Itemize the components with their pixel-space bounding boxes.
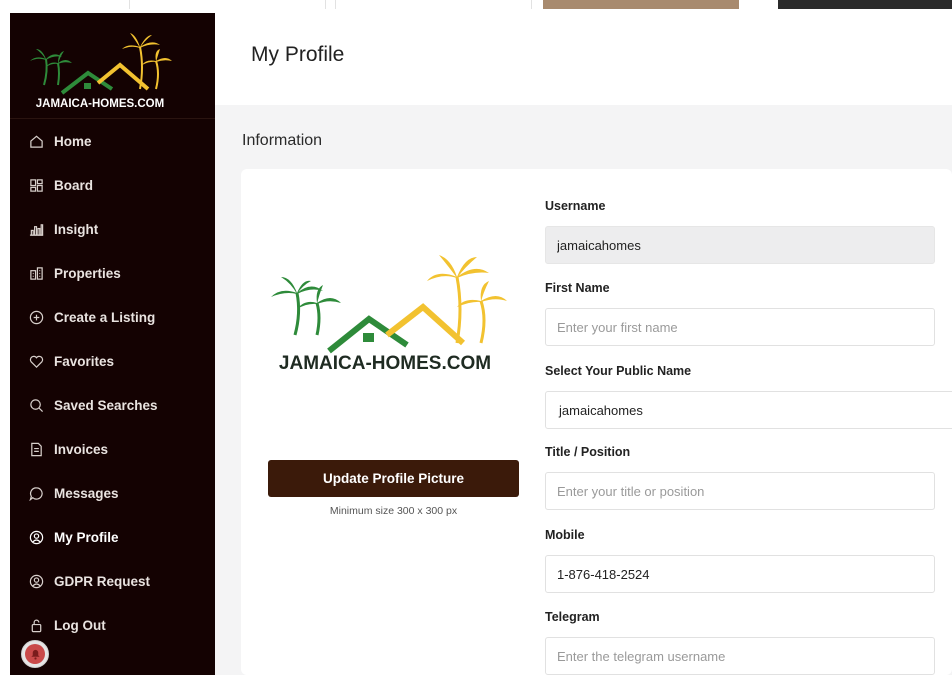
sidebar-logo[interactable]: JAMAICA-HOMES.COM [28, 27, 173, 110]
browser-tab-strip [0, 0, 952, 13]
user-circle-icon [28, 529, 44, 545]
title-position-label: Title / Position [545, 445, 631, 459]
sidebar-item-insight[interactable]: Insight [10, 207, 215, 251]
username-label: Username [545, 199, 606, 213]
mobile-field[interactable] [545, 555, 935, 593]
sidebar-item-label: Home [54, 133, 92, 149]
bell-icon [25, 644, 45, 664]
user-circle-icon [28, 573, 44, 589]
sidebar-item-saved-searches[interactable]: Saved Searches [10, 383, 215, 427]
sidebar-item-invoices[interactable]: Invoices [10, 427, 215, 471]
insight-icon [28, 221, 44, 237]
main-content: Information JAMAICA-HOMES.COM Update Pro… [215, 105, 952, 675]
jamaica-homes-logo: JAMAICA-HOMES.COM [271, 255, 507, 374]
properties-icon [28, 265, 44, 281]
sidebar: JAMAICA-HOMES.COM Home Board Insight Pro… [10, 13, 215, 675]
sidebar-item-label: Properties [54, 265, 121, 281]
jamaica-homes-logo: JAMAICA-HOMES.COM [30, 33, 172, 110]
browser-tab[interactable] [336, 0, 532, 9]
sidebar-item-label: Log Out [54, 617, 106, 633]
first-name-field[interactable] [545, 308, 935, 346]
username-field [545, 226, 935, 264]
invoice-icon [28, 441, 44, 457]
mobile-label: Mobile [545, 528, 585, 542]
profile-picture: JAMAICA-HOMES.COM [267, 251, 507, 374]
tab-divider [326, 0, 336, 9]
browser-tab[interactable] [130, 0, 326, 9]
first-name-label: First Name [545, 281, 610, 295]
public-name-selected-value: jamaicahomes [559, 402, 643, 418]
sidebar-item-home[interactable]: Home [10, 119, 215, 163]
sidebar-item-messages[interactable]: Messages [10, 471, 215, 515]
page-header: My Profile [215, 13, 952, 105]
sidebar-item-label: Board [54, 177, 94, 193]
tab-thumbnail[interactable] [778, 0, 952, 9]
message-icon [28, 485, 44, 501]
sidebar-item-label: Invoices [54, 441, 109, 457]
sidebar-item-gdpr-request[interactable]: GDPR Request [10, 559, 215, 603]
sidebar-item-favorites[interactable]: Favorites [10, 339, 215, 383]
section-title: Information [242, 132, 323, 149]
sidebar-item-label: GDPR Request [54, 573, 151, 589]
tab-divider [118, 0, 130, 9]
notification-bell-button[interactable] [21, 640, 49, 668]
sidebar-item-create-listing[interactable]: Create a Listing [10, 295, 215, 339]
sidebar-item-label: Insight [54, 221, 99, 237]
sidebar-item-my-profile[interactable]: My Profile [10, 515, 215, 559]
public-name-select[interactable]: jamaicahomes [545, 391, 952, 429]
home-icon [28, 133, 44, 149]
tab-thumbnail[interactable] [543, 0, 739, 9]
update-profile-picture-button[interactable]: Update Profile Picture [268, 460, 519, 497]
plus-circle-icon [28, 309, 44, 325]
sidebar-item-label: My Profile [54, 529, 119, 545]
title-position-field[interactable] [545, 472, 935, 510]
sidebar-item-label: Favorites [54, 353, 115, 369]
sidebar-item-board[interactable]: Board [10, 163, 215, 207]
sidebar-item-label: Messages [54, 485, 119, 501]
profile-picture-hint: Minimum size 300 x 300 px [329, 505, 458, 517]
public-name-label: Select Your Public Name [545, 364, 692, 378]
page-title: My Profile [251, 43, 345, 66]
heart-icon [28, 353, 44, 369]
lock-icon [28, 617, 44, 633]
profile-card: JAMAICA-HOMES.COM Update Profile Picture… [241, 169, 952, 675]
logo-text: JAMAICA-HOMES.COM [279, 353, 491, 371]
telegram-label: Telegram [545, 610, 600, 624]
board-icon [28, 177, 44, 193]
telegram-field[interactable] [545, 637, 935, 675]
sidebar-item-label: Saved Searches [54, 397, 158, 413]
search-icon [28, 397, 44, 413]
sidebar-item-label: Create a Listing [54, 309, 156, 325]
logo-text: JAMAICA-HOMES.COM [36, 98, 164, 107]
sidebar-item-properties[interactable]: Properties [10, 251, 215, 295]
